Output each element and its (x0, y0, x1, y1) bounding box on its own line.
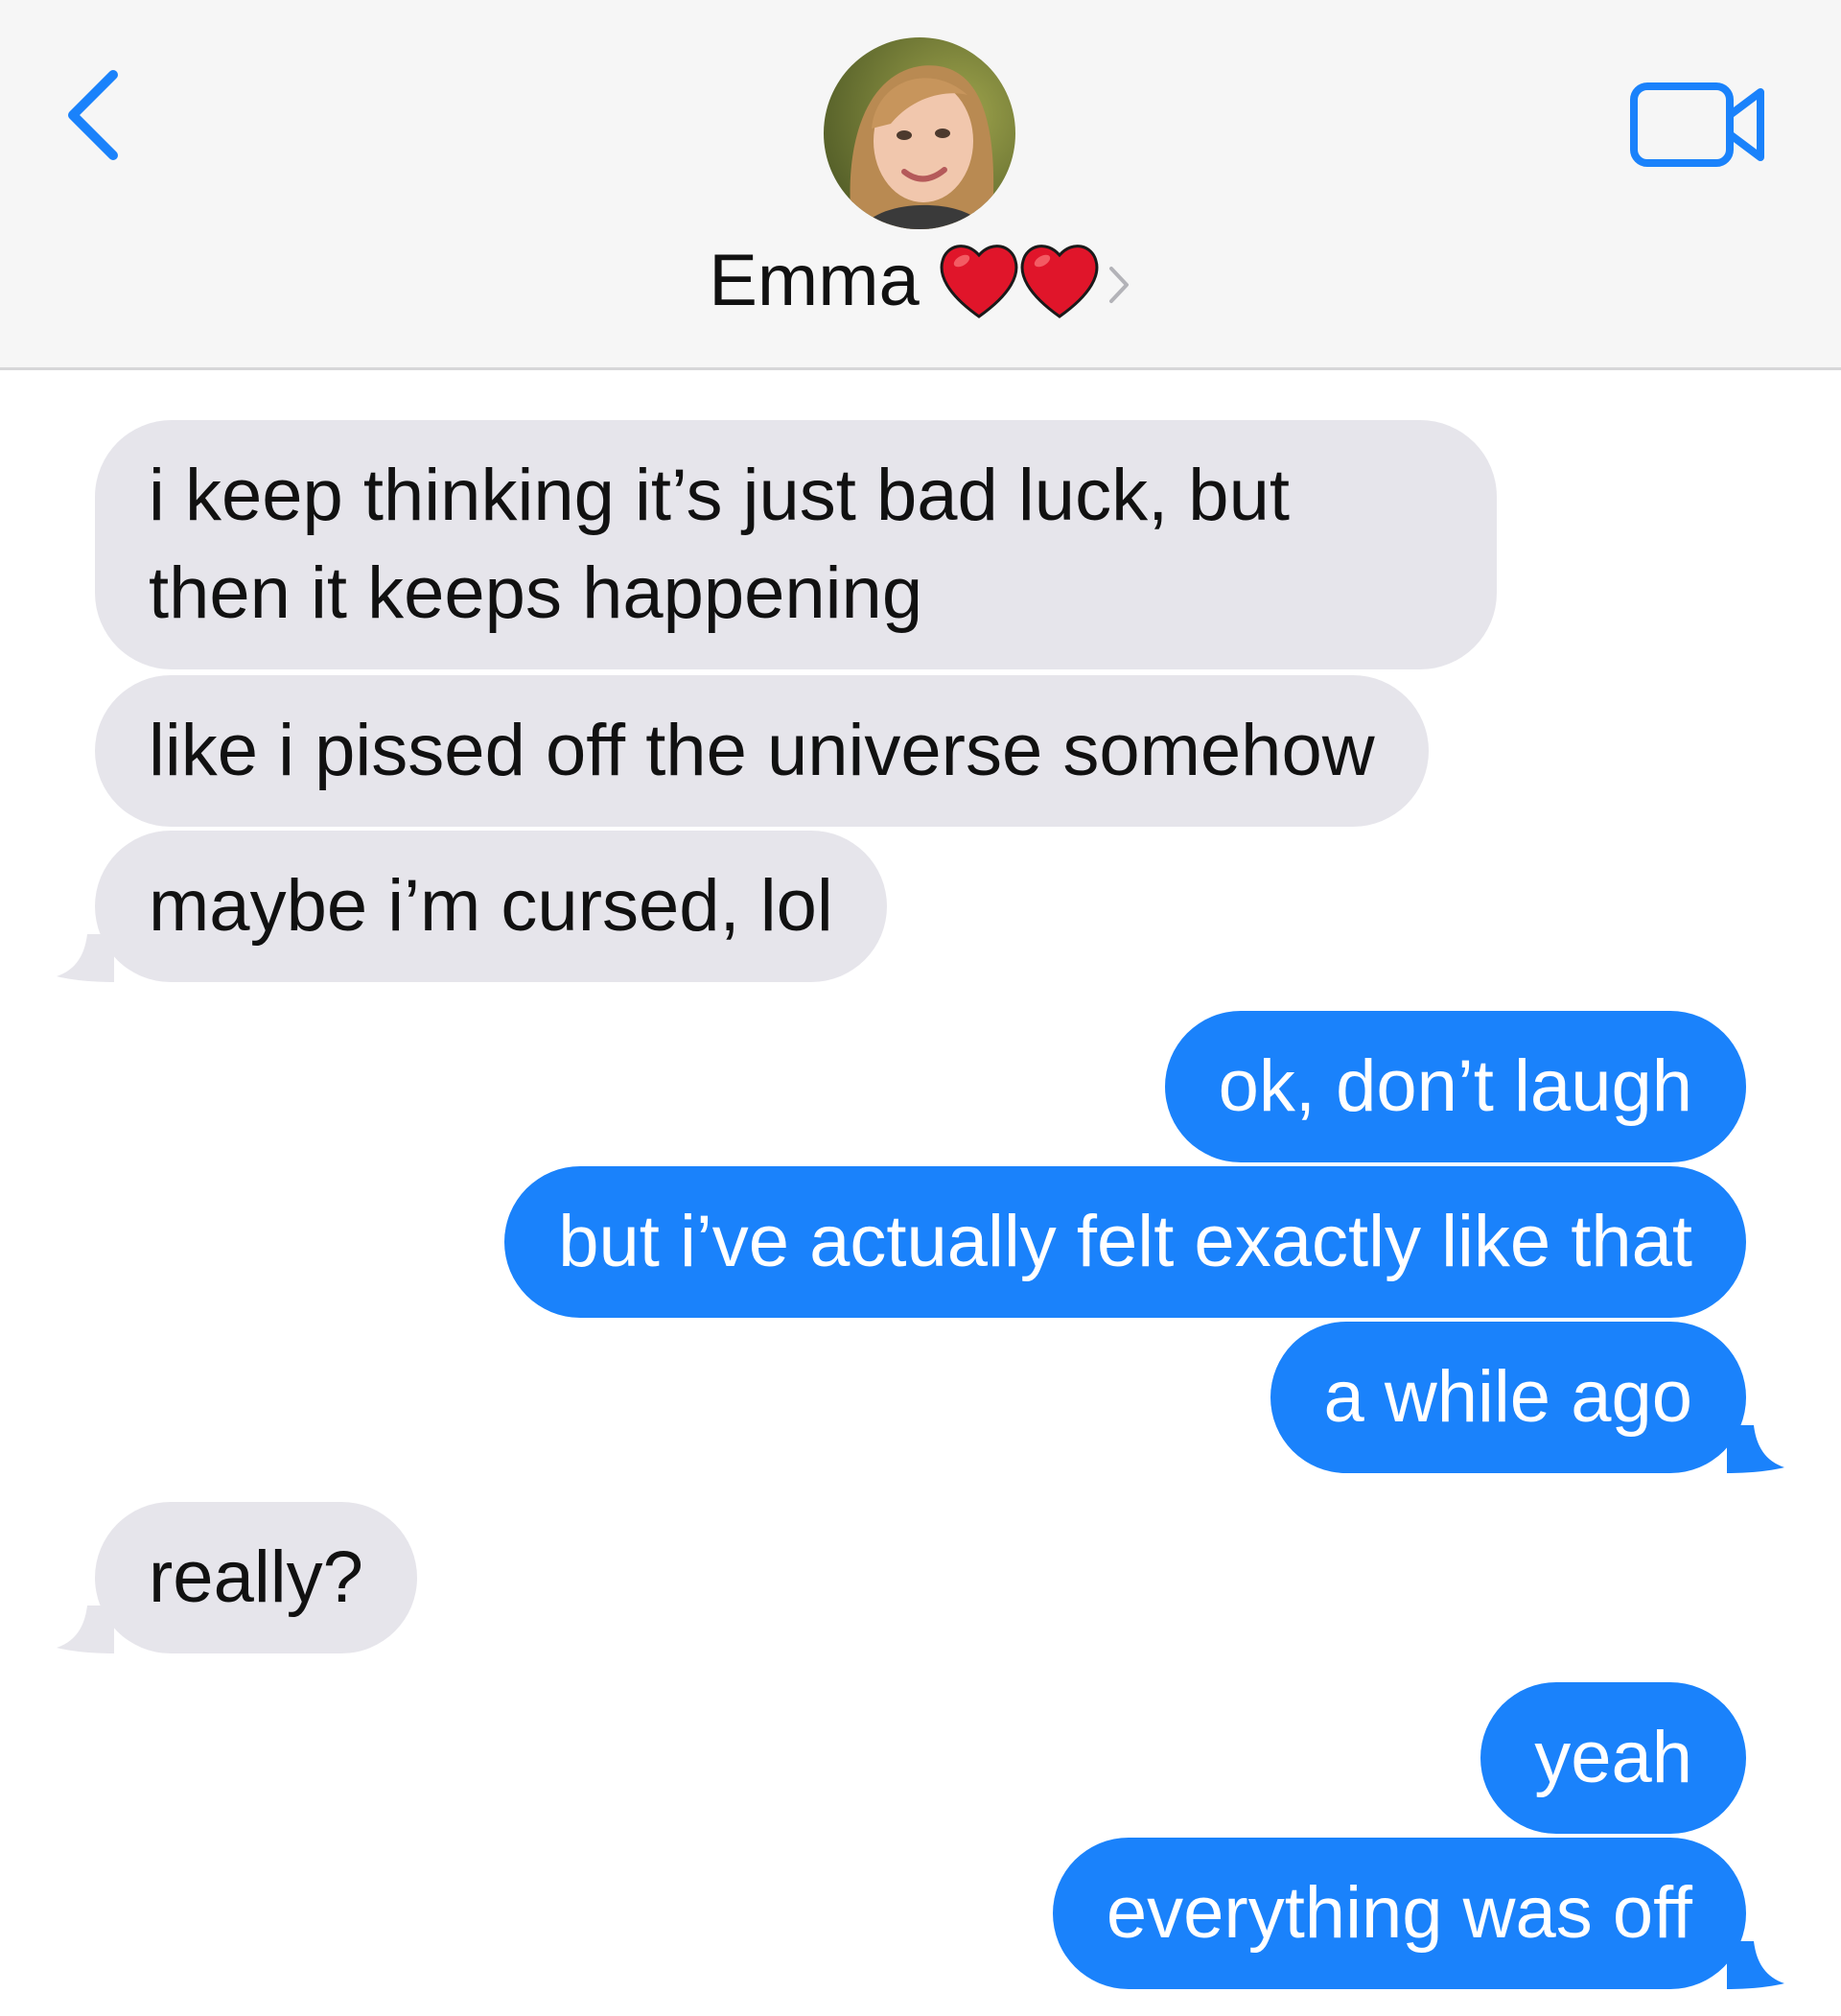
conversation-header: Emma (0, 0, 1841, 370)
outgoing-message-bubble[interactable]: everything was off (1052, 1838, 1784, 1989)
incoming-message-bubble[interactable]: really? (57, 1502, 417, 1653)
outgoing-message-bubble[interactable]: a while ago (1270, 1322, 1784, 1473)
message-text: everything was off (1106, 1872, 1692, 1954)
message-text: yeah (1534, 1717, 1692, 1798)
red-heart-icon (940, 245, 1018, 318)
incoming-message-bubble[interactable]: i keep thinking it’s just bad luck, but … (95, 420, 1497, 669)
message-text: like i pissed off the universe somehow (149, 710, 1375, 791)
red-heart-icon (1020, 245, 1099, 318)
incoming-message-bubble[interactable]: like i pissed off the universe somehow (95, 675, 1429, 827)
chevron-left-icon (68, 70, 118, 160)
message-text: i keep thinking it’s just bad luck, but … (149, 455, 1290, 634)
bubble-tail (1727, 1425, 1784, 1473)
back-button[interactable] (59, 61, 130, 169)
contact-avatar[interactable] (824, 37, 1015, 229)
message-text: really? (149, 1536, 363, 1618)
message-text: maybe i’m cursed, lol (149, 865, 833, 947)
outgoing-message-bubble[interactable]: yeah (1480, 1682, 1746, 1834)
video-camera-icon (1630, 82, 1764, 167)
facetime-video-button[interactable] (1628, 79, 1770, 171)
chevron-right-icon (1108, 267, 1129, 303)
contact-name-row[interactable]: Emma (0, 230, 1841, 330)
incoming-message-bubble[interactable]: maybe i’m cursed, lol (57, 831, 887, 982)
avatar-photo (824, 37, 1015, 229)
bubble-tail (1727, 1941, 1784, 1989)
bubble-tail (57, 1606, 114, 1653)
message-text: but i’ve actually felt exactly like that (558, 1201, 1692, 1282)
message-text: ok, don’t laugh (1218, 1045, 1692, 1127)
contact-name: Emma (709, 239, 920, 321)
message-text: a while ago (1323, 1356, 1693, 1438)
outgoing-message-bubble[interactable]: ok, don’t laugh (1164, 1011, 1746, 1162)
outgoing-message-bubble[interactable]: but i’ve actually felt exactly like that (504, 1166, 1746, 1318)
bubble-tail (57, 934, 114, 982)
heart-emoji-pair (940, 240, 1102, 320)
